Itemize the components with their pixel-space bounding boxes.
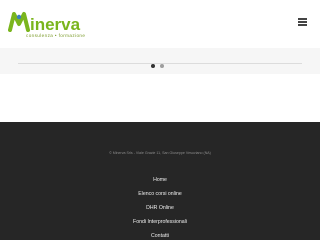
footer-link-interprofessional-funds[interactable]: Fondi Interprofessionali [0, 215, 320, 229]
slider-dot-1[interactable] [151, 64, 155, 68]
slider-dot-2[interactable] [160, 64, 164, 68]
copyright-text: © Minerva Srls - Viale Grazie 11, San Gi… [109, 151, 211, 155]
logo-wordmark: inerva [30, 15, 81, 34]
footer-link-contacts[interactable]: Contatti [0, 229, 320, 243]
site-header: inerva consulenza • formazione [0, 0, 320, 49]
logo-tagline: consulenza • formazione [26, 33, 86, 38]
menu-icon-bar [298, 21, 307, 23]
logo-dot [16, 14, 22, 20]
menu-icon-bar [298, 24, 307, 26]
minerva-logo[interactable]: inerva consulenza • formazione [8, 8, 92, 40]
site-footer: © Minerva Srls - Viale Grazie 11, San Gi… [0, 122, 320, 240]
footer-link-online-courses[interactable]: Elenco corsi online [0, 187, 320, 201]
footer-nav: Home Elenco corsi online DHR Online Fond… [0, 173, 320, 243]
hero-slider [0, 48, 320, 74]
menu-icon-bar [298, 18, 307, 20]
footer-link-dhr-online[interactable]: DHR Online [0, 201, 320, 215]
menu-icon[interactable] [298, 17, 310, 27]
footer-link-home[interactable]: Home [0, 173, 320, 187]
slider-pagination [151, 64, 164, 70]
